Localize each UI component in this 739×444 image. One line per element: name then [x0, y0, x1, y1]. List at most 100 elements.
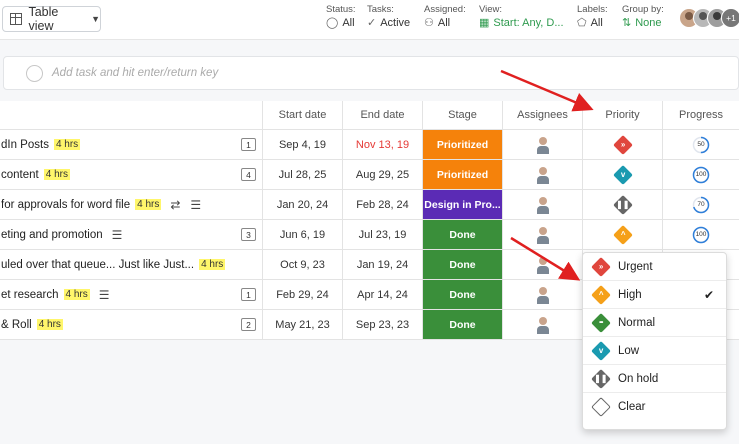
priority-cell[interactable]: » [582, 130, 662, 159]
assignee-cell[interactable] [502, 280, 582, 309]
start-date[interactable]: Jul 28, 25 [262, 160, 342, 189]
start-date[interactable]: Feb 29, 24 [262, 280, 342, 309]
assignee-avatar[interactable] [536, 166, 550, 184]
stage-badge[interactable]: Done [422, 310, 502, 339]
table-row[interactable]: dIn Posts 4 hrs 1 Sep 4, 19 Nov 13, 19 P… [0, 130, 739, 160]
table-row[interactable]: content 4 hrs 4 Jul 28, 25 Aug 29, 25 Pr… [0, 160, 739, 190]
stage-badge[interactable]: Prioritized [422, 130, 502, 159]
filter-value[interactable]: ⬠ All [577, 16, 608, 31]
priority-urgent-icon[interactable]: » [612, 134, 633, 155]
add-task-input[interactable]: Add task and hit enter/return key [52, 67, 218, 79]
header-end-date[interactable]: End date [342, 101, 422, 129]
task-cell[interactable]: dIn Posts 4 hrs 1 [0, 130, 262, 159]
end-date[interactable]: Aug 29, 25 [342, 160, 422, 189]
priority-low-icon[interactable]: v [612, 164, 633, 185]
task-name[interactable]: eting and promotion [1, 229, 103, 241]
subtask-count-badge[interactable]: 2 [241, 318, 256, 331]
filter-assigned[interactable]: Assigned: ⚇ All [424, 4, 466, 31]
assignee-cell[interactable] [502, 310, 582, 339]
subtask-count-badge[interactable]: 1 [241, 288, 256, 301]
start-date[interactable]: May 21, 23 [262, 310, 342, 339]
progress-cell[interactable]: 100 [662, 220, 739, 249]
start-date[interactable]: Sep 4, 19 [262, 130, 342, 159]
priority-option-low[interactable]: v Low [583, 337, 726, 365]
task-cell[interactable]: & Roll 4 hrs 2 [0, 310, 262, 339]
assignee-avatar[interactable] [536, 196, 550, 214]
priority-cell[interactable]: ^ [582, 220, 662, 249]
task-name[interactable]: et research [1, 289, 59, 301]
end-date[interactable]: Feb 28, 24 [342, 190, 422, 219]
priority-option-onhold[interactable]: ❚❚ On hold [583, 365, 726, 393]
header-priority[interactable]: Priority [582, 101, 662, 129]
task-name[interactable]: for approvals for word file [1, 199, 130, 211]
progress-ring[interactable]: 100 [692, 166, 710, 184]
filter-value[interactable]: ▦ Start: Any, D... [479, 16, 564, 31]
table-row[interactable]: for approvals for word file 4 hrs ⇄ ☰ Jan… [0, 190, 739, 220]
add-task-bar[interactable]: Add task and hit enter/return key [3, 56, 739, 90]
filter-value[interactable]: ◯ All [326, 16, 356, 31]
header-stage[interactable]: Stage [422, 101, 502, 129]
assignee-avatar[interactable] [536, 316, 550, 334]
assignee-cell[interactable] [502, 160, 582, 189]
priority-option-urgent[interactable]: » Urgent [583, 253, 726, 281]
stage-badge[interactable]: Design in Pro... [422, 190, 502, 219]
filter-labels[interactable]: Labels: ⬠ All [577, 4, 608, 31]
end-date[interactable]: Apr 14, 24 [342, 280, 422, 309]
start-date[interactable]: Jan 20, 24 [262, 190, 342, 219]
task-cell[interactable]: et research 4 hrs ☰ 1 [0, 280, 262, 309]
filter-tasks[interactable]: Tasks: ✓ Active [367, 4, 410, 31]
task-name[interactable]: uled over that queue... Just like Just..… [1, 259, 194, 271]
end-date[interactable]: Jan 19, 24 [342, 250, 422, 279]
assignee-cell[interactable] [502, 220, 582, 249]
priority-cell[interactable]: v [582, 160, 662, 189]
header-progress[interactable]: Progress [662, 101, 739, 129]
filter-group-by[interactable]: Group by: ⇅ None [622, 4, 664, 31]
filter-value[interactable]: ⇅ None [622, 16, 664, 31]
priority-option-normal[interactable]: ••• Normal [583, 309, 726, 337]
progress-ring[interactable]: 100 [692, 226, 710, 244]
list-icon[interactable]: ☰ [112, 228, 123, 242]
stage-badge[interactable]: Done [422, 220, 502, 249]
stage-badge[interactable]: Done [422, 280, 502, 309]
subtask-count-badge[interactable]: 1 [241, 138, 256, 151]
assignee-cell[interactable] [502, 190, 582, 219]
task-cell[interactable]: uled over that queue... Just like Just..… [0, 250, 262, 279]
priority-cell[interactable]: ❚❚ [582, 190, 662, 219]
priority-high-icon[interactable]: ^ [612, 224, 633, 245]
end-date[interactable]: Jul 23, 19 [342, 220, 422, 249]
start-date[interactable]: Jun 6, 19 [262, 220, 342, 249]
priority-option-high[interactable]: ^ High ✔ [583, 281, 726, 309]
end-date[interactable]: Nov 13, 19 [342, 130, 422, 159]
priority-option-clear[interactable]: Clear [583, 393, 726, 421]
assignee-cell[interactable] [502, 130, 582, 159]
task-cell[interactable]: for approvals for word file 4 hrs ⇄ ☰ [0, 190, 262, 219]
team-avatars[interactable]: +1 [679, 8, 739, 28]
assignee-cell[interactable] [502, 250, 582, 279]
avatar-more-count[interactable]: +1 [721, 8, 739, 28]
assignee-avatar[interactable] [536, 226, 550, 244]
start-date[interactable]: Oct 9, 23 [262, 250, 342, 279]
assignee-avatar[interactable] [536, 256, 550, 274]
table-view-button[interactable]: Table view ▼ [2, 5, 101, 33]
table-row[interactable]: eting and promotion ☰ 3 Jun 6, 19 Jul 23… [0, 220, 739, 250]
subtask-count-badge[interactable]: 4 [241, 168, 256, 181]
task-cell[interactable]: content 4 hrs 4 [0, 160, 262, 189]
priority-onhold-icon[interactable]: ❚❚ [612, 194, 633, 215]
task-cell[interactable]: eting and promotion ☰ 3 [0, 220, 262, 249]
filter-view[interactable]: View: ▦ Start: Any, D... [479, 4, 564, 31]
filter-value[interactable]: ✓ Active [367, 16, 410, 31]
stage-badge[interactable]: Prioritized [422, 160, 502, 189]
list-icon[interactable]: ☰ [190, 198, 201, 212]
progress-ring[interactable]: 50 [692, 136, 710, 154]
subtask-count-badge[interactable]: 3 [241, 228, 256, 241]
list-icon[interactable]: ☰ [99, 288, 110, 302]
progress-cell[interactable]: 100 [662, 160, 739, 189]
header-start-date[interactable]: Start date [262, 101, 342, 129]
filter-value[interactable]: ⚇ All [424, 16, 466, 31]
progress-ring[interactable]: 70 [692, 196, 710, 214]
assignee-avatar[interactable] [536, 136, 550, 154]
task-name[interactable]: content [1, 169, 39, 181]
progress-cell[interactable]: 50 [662, 130, 739, 159]
assignee-avatar[interactable] [536, 286, 550, 304]
header-assignees[interactable]: Assignees [502, 101, 582, 129]
